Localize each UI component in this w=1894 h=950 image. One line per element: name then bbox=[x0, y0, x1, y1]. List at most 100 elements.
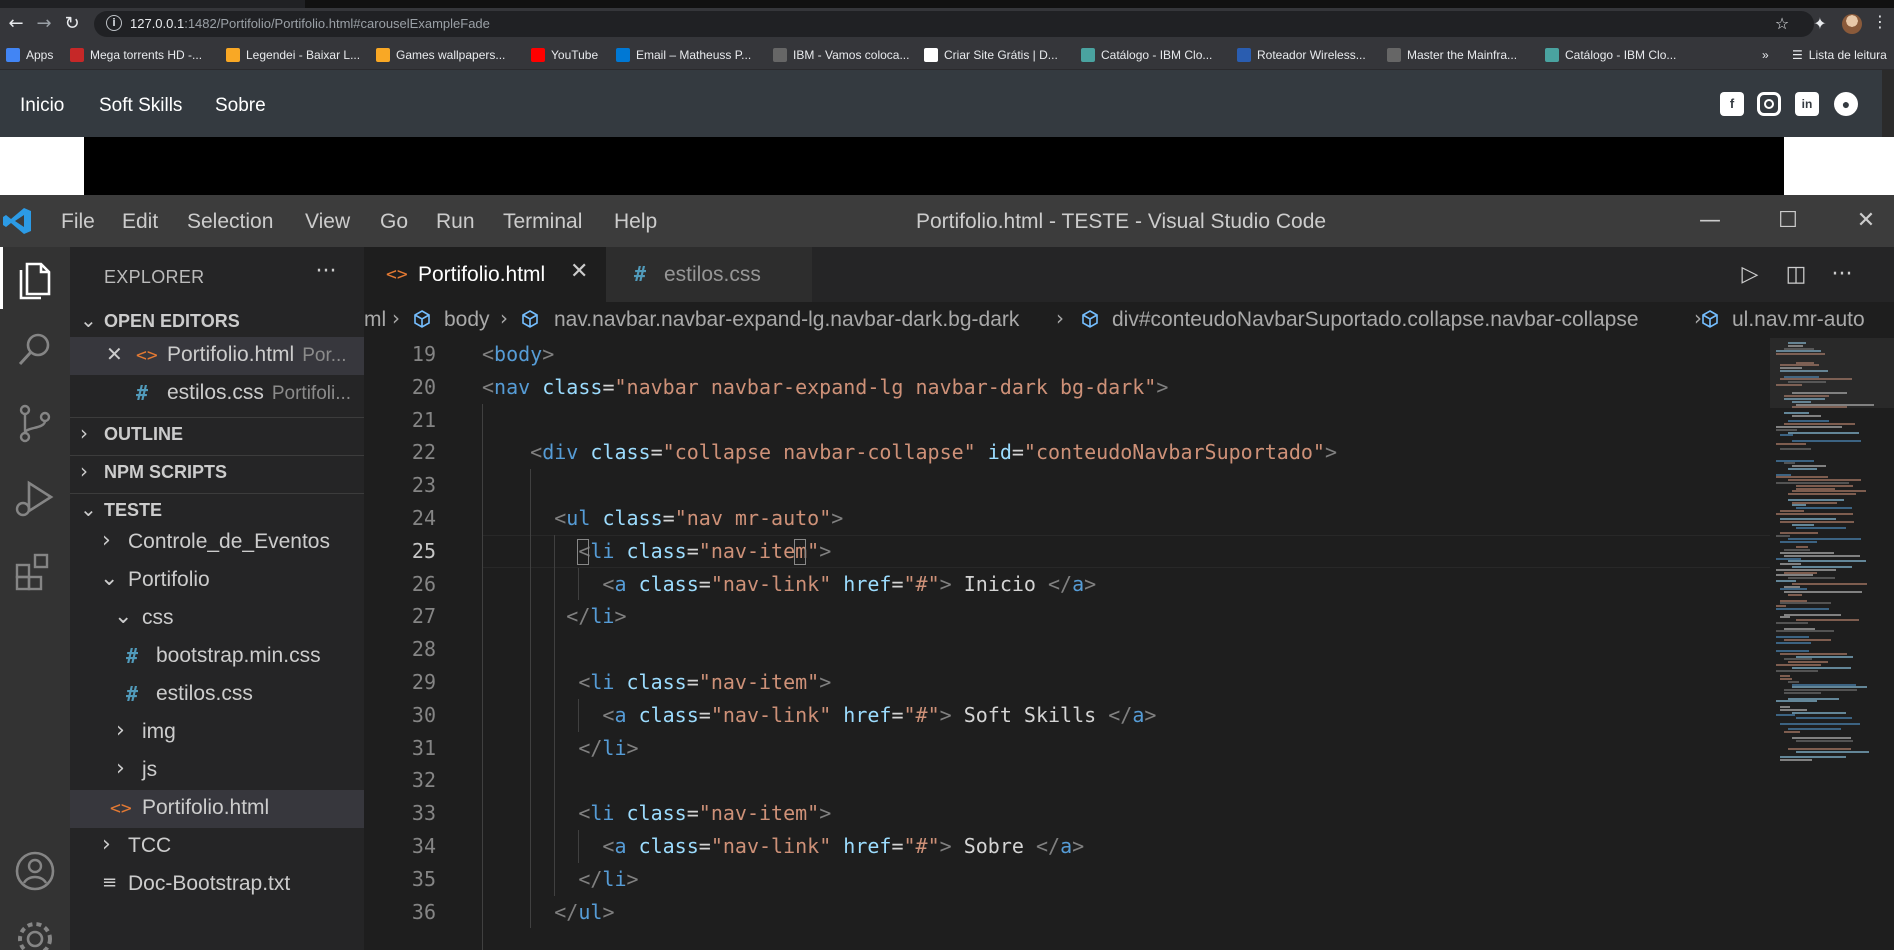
manage-gear-icon[interactable] bbox=[7, 911, 63, 950]
breadcrumb-item[interactable]: ul.nav.mr-auto bbox=[1732, 308, 1865, 332]
close-tab-icon[interactable]: ✕ bbox=[570, 259, 588, 284]
open-editors-section[interactable]: ⌄ OPEN EDITORS bbox=[70, 305, 364, 337]
bookmark-item[interactable]: Criar Site Grátis | D... bbox=[924, 47, 1058, 63]
code-line[interactable]: 31 </li> bbox=[364, 732, 1764, 765]
minimap[interactable] bbox=[1770, 338, 1894, 950]
bookmark-item[interactable]: Games wallpapers... bbox=[376, 47, 505, 63]
bookmark-item[interactable]: IBM - Vamos coloca... bbox=[773, 47, 909, 63]
star-bookmark-icon[interactable]: ☆ bbox=[1770, 12, 1794, 36]
bookmark-item[interactable]: Apps bbox=[6, 47, 53, 63]
code-line[interactable]: 21 bbox=[364, 404, 1764, 437]
extensions-icon[interactable] bbox=[7, 543, 63, 599]
browser-menu-icon[interactable]: ⋮ bbox=[1872, 12, 1888, 32]
more-actions-icon[interactable]: ··· bbox=[306, 259, 346, 289]
run-play-icon[interactable]: ▷ bbox=[1734, 259, 1766, 291]
code-line[interactable]: 20 <nav class="navbar navbar-expand-lg na… bbox=[364, 371, 1764, 404]
site-nav-sobre[interactable]: Sobre bbox=[215, 95, 266, 117]
editor-more-icon[interactable]: ··· bbox=[1826, 259, 1858, 291]
code-line[interactable]: 34 <a class="nav-link" href="#"> Sobre <… bbox=[364, 830, 1764, 863]
code-line[interactable]: 26 <a class="nav-link" href="#"> Inicio … bbox=[364, 568, 1764, 601]
carousel-slide[interactable] bbox=[84, 137, 1784, 195]
tree-item-controle-de-eventos[interactable]: › Controle_de_Eventos bbox=[70, 524, 364, 562]
bookmark-item[interactable]: Mega torrents HD -... bbox=[70, 47, 202, 63]
open-editor-item-estilos-css[interactable]: # estilos.css Portifoli... bbox=[70, 375, 364, 413]
url-text[interactable]: 127.0.0.1:1482/Portifolio/Portifolio.htm… bbox=[130, 16, 490, 31]
address-bar[interactable]: i 127.0.0.1:1482/Portifolio/Portifolio.h… bbox=[94, 11, 1814, 37]
code-line[interactable]: 33 <li class="nav-item"> bbox=[364, 797, 1764, 830]
code-line[interactable]: 30 <a class="nav-link" href="#"> Soft Sk… bbox=[364, 699, 1764, 732]
code-line[interactable]: 23 bbox=[364, 469, 1764, 502]
tab-estilos-css[interactable]: # estilos.css bbox=[606, 247, 812, 302]
instagram-icon[interactable] bbox=[1757, 92, 1781, 116]
code-line[interactable]: 28 bbox=[364, 633, 1764, 666]
breadcrumb-item[interactable]: ml bbox=[364, 308, 386, 332]
breadcrumb-item[interactable]: div#conteudoNavbarSuportado.collapse.nav… bbox=[1112, 308, 1639, 332]
site-info-icon[interactable]: i bbox=[106, 15, 122, 31]
code-line[interactable]: 29 <li class="nav-item"> bbox=[364, 666, 1764, 699]
bookmark-item[interactable]: Email – Matheuss P... bbox=[616, 47, 751, 63]
menu-go[interactable]: Go bbox=[380, 210, 408, 234]
reload-icon[interactable]: ↻ bbox=[60, 12, 84, 36]
bookmark-item[interactable]: Legendei - Baixar L... bbox=[226, 47, 360, 63]
code-line[interactable]: 24 <ul class="nav mr-auto"> bbox=[364, 502, 1764, 535]
close-editor-icon[interactable]: ✕ bbox=[106, 342, 123, 366]
open-editor-item-portifolio-html[interactable]: ✕ <> Portifolio.html Por... bbox=[70, 337, 364, 375]
minimap-slider[interactable] bbox=[1770, 338, 1894, 408]
site-nav-inicio[interactable]: Inicio bbox=[20, 95, 64, 117]
menu-view[interactable]: View bbox=[305, 210, 350, 234]
breadcrumb-item[interactable]: nav.navbar.navbar-expand-lg.navbar-dark.… bbox=[554, 308, 1019, 332]
tree-item-estilos-css[interactable]: # estilos.css bbox=[70, 676, 364, 714]
tree-item-img[interactable]: › img bbox=[70, 714, 364, 752]
tree-item-js[interactable]: › js bbox=[70, 752, 364, 790]
code-line[interactable]: 36 </ul> bbox=[364, 896, 1764, 929]
code-line[interactable]: 35 </li> bbox=[364, 863, 1764, 896]
tree-item-css[interactable]: ⌄ css bbox=[70, 600, 364, 638]
bookmark-item[interactable]: Roteador Wireless... bbox=[1237, 47, 1366, 63]
profile-avatar[interactable] bbox=[1842, 14, 1862, 34]
close-window-icon[interactable]: ✕ bbox=[1846, 205, 1886, 237]
menu-help[interactable]: Help bbox=[614, 210, 657, 234]
tab-portifolio-html[interactable]: <> Portifolio.html ✕ bbox=[364, 247, 606, 302]
menu-run[interactable]: Run bbox=[436, 210, 475, 234]
back-arrow-icon[interactable]: ← bbox=[4, 12, 28, 36]
github-icon[interactable]: ● bbox=[1834, 92, 1858, 116]
tree-item-portifolio-html[interactable]: <> Portifolio.html bbox=[70, 790, 364, 828]
tree-item-doc-bootstrap-txt[interactable]: ≡ Doc-Bootstrap.txt bbox=[70, 866, 364, 904]
menu-terminal[interactable]: Terminal bbox=[503, 210, 582, 234]
bookmark-item[interactable]: Catálogo - IBM Clo... bbox=[1545, 47, 1676, 63]
maximize-icon[interactable]: ☐ bbox=[1768, 205, 1808, 237]
run-debug-icon[interactable] bbox=[7, 469, 63, 525]
tree-item-tcc[interactable]: › TCC bbox=[70, 828, 364, 866]
menu-edit[interactable]: Edit bbox=[122, 210, 158, 234]
source-control-icon[interactable] bbox=[7, 395, 63, 451]
linkedin-icon[interactable]: in bbox=[1795, 92, 1819, 116]
code-line[interactable]: 25 <li class="nav-item"> bbox=[364, 535, 1764, 568]
code-line[interactable]: 27 </li> bbox=[364, 600, 1764, 633]
code-line[interactable]: 32 bbox=[364, 764, 1764, 797]
extensions-puzzle-icon[interactable]: ✦ bbox=[1808, 12, 1832, 36]
search-icon[interactable] bbox=[7, 321, 63, 377]
breadcrumb-item[interactable]: body bbox=[444, 308, 490, 332]
code-line[interactable]: 19 <body> bbox=[364, 338, 1764, 371]
facebook-icon[interactable]: f bbox=[1720, 92, 1744, 116]
explorer-files-icon[interactable] bbox=[7, 250, 63, 306]
tree-item-bootstrap-min-css[interactable]: # bootstrap.min.css bbox=[70, 638, 364, 676]
minimize-icon[interactable]: — bbox=[1690, 205, 1730, 237]
forward-arrow-icon[interactable]: → bbox=[32, 12, 56, 36]
menu-file[interactable]: File bbox=[61, 210, 95, 234]
workspace-section[interactable]: ⌄ TESTE bbox=[70, 493, 364, 525]
bookmark-item[interactable]: Catálogo - IBM Clo... bbox=[1081, 47, 1212, 63]
code-editor[interactable]: 19 <body> 20 <nav class="navbar navbar-expa… bbox=[364, 338, 1894, 950]
split-editor-icon[interactable]: ◫ bbox=[1780, 259, 1812, 291]
bookmark-item[interactable]: YouTube bbox=[531, 47, 598, 63]
accounts-icon[interactable] bbox=[7, 843, 63, 899]
site-nav-soft-skills[interactable]: Soft Skills bbox=[99, 95, 182, 117]
outline-section[interactable]: › OUTLINE bbox=[70, 417, 364, 449]
tree-item-portifolio[interactable]: ⌄ Portifolio bbox=[70, 562, 364, 600]
npm-scripts-section[interactable]: › NPM SCRIPTS bbox=[70, 455, 364, 487]
page-scrollbar[interactable] bbox=[1882, 70, 1894, 137]
reading-list-button[interactable]: ☰ Lista de leitura bbox=[1792, 47, 1887, 63]
menu-selection[interactable]: Selection bbox=[187, 210, 273, 234]
code-line[interactable]: 22 <div class="collapse navbar-collapse"… bbox=[364, 436, 1764, 469]
bookmark-item[interactable]: Master the Mainfra... bbox=[1387, 47, 1517, 63]
